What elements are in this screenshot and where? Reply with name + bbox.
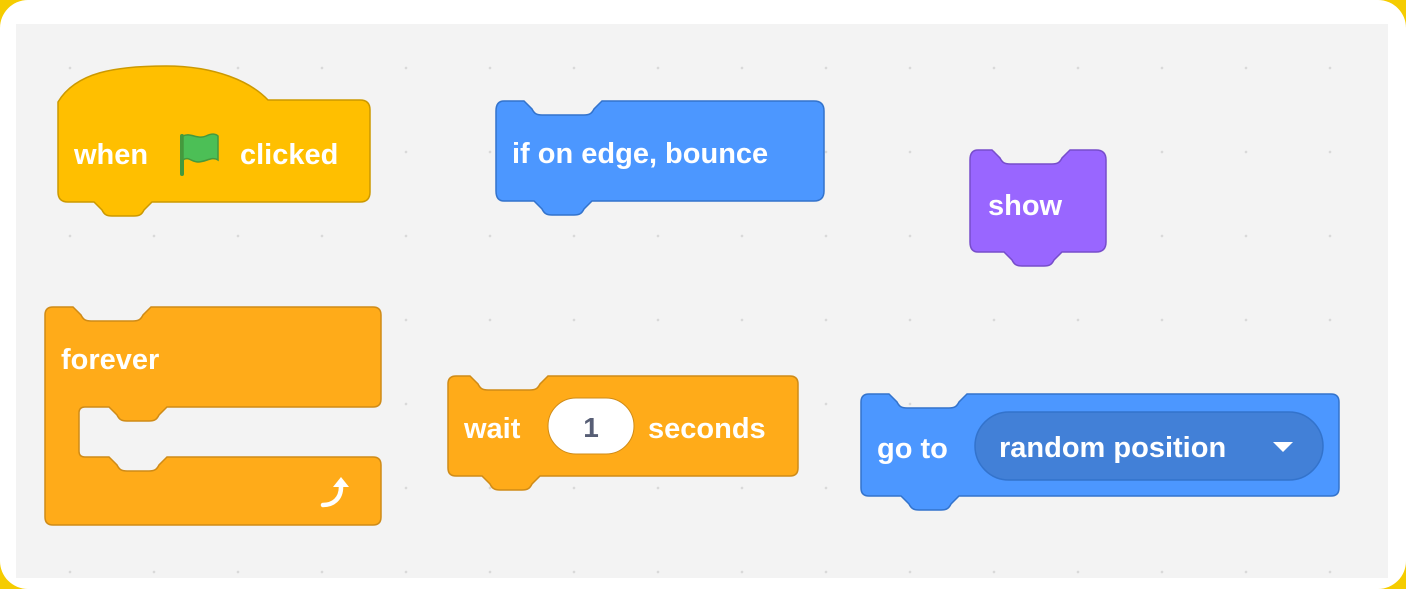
seconds-label: seconds [648,413,766,445]
forever-block[interactable]: forever [43,305,385,529]
position-dropdown-value: random position [999,432,1226,464]
show-label: show [988,190,1063,222]
bounce-label: if on edge, bounce [512,138,768,170]
if-on-edge-bounce-block[interactable]: if on edge, bounce [494,99,826,223]
seconds-input[interactable]: 1 [547,397,635,455]
seconds-input-value: 1 [583,412,599,443]
wait-seconds-block[interactable]: wait 1 seconds [446,374,804,498]
position-dropdown[interactable]: random position [974,411,1324,481]
show-block[interactable]: show [968,148,1108,272]
forever-label: forever [61,344,159,376]
go-to-block[interactable]: go to random position [859,392,1343,518]
when-label: when [73,139,148,171]
clicked-label: clicked [240,139,338,171]
wait-label: wait [463,413,521,445]
go-to-label: go to [877,433,948,465]
when-flag-clicked-block[interactable]: when clicked [56,64,372,220]
